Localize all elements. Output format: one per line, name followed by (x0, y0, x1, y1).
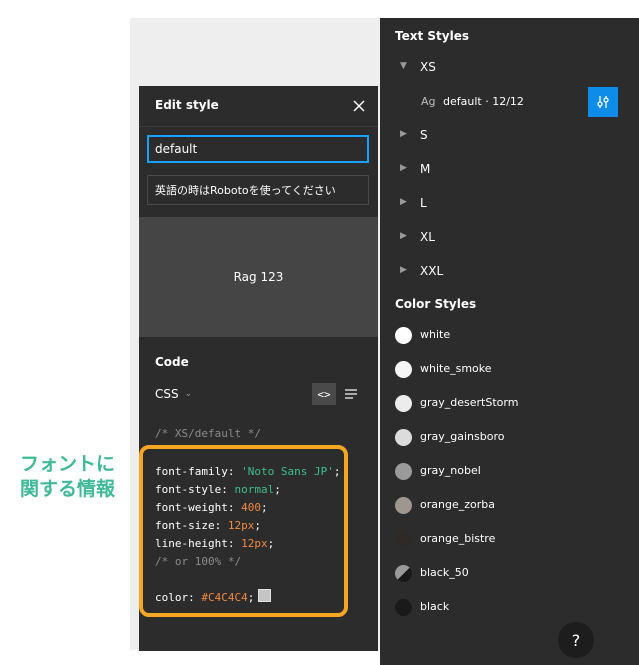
font-info-highlight: font-family: 'Noto Sans JP'; font-style:… (139, 445, 348, 617)
color-style-item[interactable]: orange_zorba (380, 493, 639, 519)
code-view-toggle[interactable]: <> (312, 383, 336, 405)
adjust-icon (597, 96, 609, 108)
style-description-field[interactable]: 英語の時はRobotoを使ってください (147, 175, 369, 205)
color-swatch (395, 565, 412, 582)
code-icon: <> (317, 387, 331, 401)
chevron-right-icon: ▶ (400, 129, 407, 139)
preview-text: Rag 123 (233, 270, 284, 284)
text-style-group-label: XL (420, 230, 435, 244)
color-swatch (395, 599, 412, 616)
css-value: 12px (241, 537, 268, 550)
color-styles-title: Color Styles (395, 297, 477, 311)
text-style-group-label: L (420, 196, 427, 210)
color-style-item[interactable]: orange_bistre (380, 527, 639, 553)
color-swatch (395, 327, 412, 344)
edit-style-button[interactable] (588, 87, 618, 117)
css-prop: font-style (155, 483, 222, 496)
help-button[interactable]: ? (558, 622, 594, 658)
css-comment: /* or 100% */ (155, 555, 242, 568)
css-prop: font-size (155, 519, 215, 532)
text-style-ag-icon: Ag (421, 95, 436, 108)
edit-style-title: Edit style (155, 98, 219, 112)
color-swatch (395, 361, 412, 378)
css-prop: font-weight (155, 501, 228, 514)
annotation-line: 関する情報 (20, 478, 116, 500)
text-style-group-label: XXL (420, 264, 444, 278)
text-style-item-name: default · 12/12 (443, 95, 524, 108)
styles-panel: Text Styles ▼ XS Ag default · 12/12 ▶ S … (380, 18, 639, 665)
color-swatch (395, 429, 412, 446)
css-value: 400 (241, 501, 261, 514)
color-style-label: white_smoke (420, 362, 492, 375)
css-prop: font-family (155, 465, 228, 478)
color-chip (258, 589, 272, 602)
chevron-down-icon: ▼ (400, 61, 407, 71)
text-style-group-xs[interactable]: ▼ XS (380, 53, 639, 83)
chevron-right-icon: ▶ (400, 163, 407, 173)
css-value: 'Noto Sans JP' (241, 465, 334, 478)
color-style-label: gray_gainsboro (420, 430, 505, 443)
color-swatch (395, 463, 412, 480)
color-style-item[interactable]: black_50 (380, 561, 639, 587)
color-style-label: black (420, 600, 450, 613)
css-code-block: font-family: 'Noto Sans JP'; font-style:… (155, 465, 341, 604)
language-dropdown[interactable]: CSS ⌄ (155, 387, 192, 401)
text-style-group-xl[interactable]: ▶ XL (380, 223, 639, 253)
text-style-group-m[interactable]: ▶ M (380, 155, 639, 185)
css-value: 12px (227, 519, 255, 532)
text-style-item-default[interactable]: Ag default · 12/12 (380, 87, 639, 117)
text-style-group-xxl[interactable]: ▶ XXL (380, 257, 639, 287)
color-swatch (395, 395, 412, 412)
css-value: #C4C4C4 (201, 591, 248, 604)
color-style-label: orange_zorba (420, 498, 495, 511)
chevron-right-icon: ▶ (400, 231, 407, 241)
color-style-item[interactable]: gray_nobel (380, 459, 639, 485)
color-style-item[interactable]: white_smoke (380, 357, 639, 383)
css-prop: color (155, 591, 189, 604)
text-style-group-label: S (420, 128, 428, 142)
css-prop: line-height (155, 537, 228, 550)
color-style-item[interactable]: white (380, 323, 639, 349)
language-label: CSS (155, 387, 179, 401)
list-icon (345, 389, 357, 399)
chevron-right-icon: ▶ (400, 265, 407, 275)
color-style-label: orange_bistre (420, 532, 496, 545)
code-section-title: Code (155, 355, 189, 369)
close-icon (353, 100, 365, 112)
color-style-label: black_50 (420, 566, 469, 579)
color-style-label: white (420, 328, 451, 341)
text-styles-title: Text Styles (395, 29, 469, 43)
text-style-group-label: M (420, 162, 431, 176)
close-button[interactable] (349, 96, 369, 116)
style-name-input[interactable] (147, 135, 369, 163)
color-style-label: gray_nobel (420, 464, 481, 477)
color-style-item[interactable]: gray_desertStorm (380, 391, 639, 417)
annotation-label: フォントに 関する情報 (20, 452, 115, 502)
text-style-group-label: XS (420, 60, 436, 74)
chevron-down-icon: ⌄ (184, 389, 193, 399)
annotation-line: フォントに (20, 453, 116, 475)
color-style-item[interactable]: gray_gainsboro (380, 425, 639, 451)
text-style-group-s[interactable]: ▶ S (380, 121, 639, 151)
style-preview: Rag 123 (139, 217, 378, 337)
chevron-right-icon: ▶ (400, 197, 407, 207)
list-view-toggle[interactable] (339, 383, 363, 405)
color-swatch (395, 531, 412, 548)
edit-style-header: Edit style (139, 86, 378, 127)
css-value: normal (234, 483, 275, 496)
text-style-group-l[interactable]: ▶ L (380, 189, 639, 219)
color-style-label: gray_desertStorm (420, 396, 519, 409)
color-style-item[interactable]: black (380, 595, 639, 621)
color-swatch (395, 497, 412, 514)
code-comment: /* XS/default */ (155, 427, 261, 440)
